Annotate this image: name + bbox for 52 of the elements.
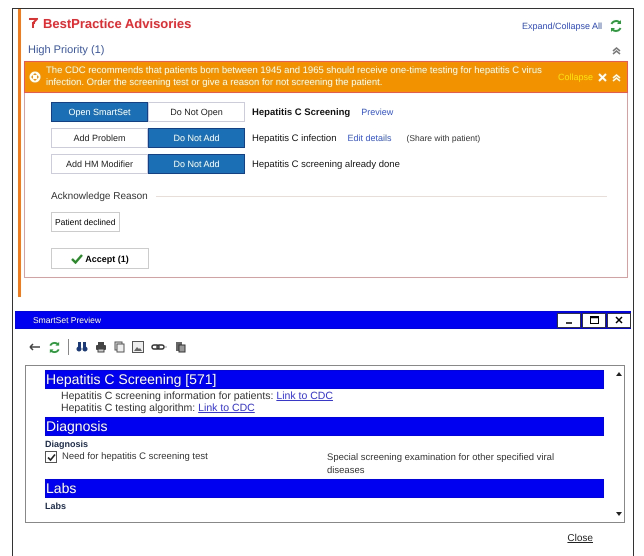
group-title[interactable]: High Priority (1) [28,44,104,56]
close-link[interactable]: Close [567,533,593,544]
reason-button[interactable]: Patient declined [51,212,120,232]
expand-collapse-all-link[interactable]: Expand/Collapse All [522,21,602,31]
order-text: Hepatitis C infection [252,132,336,144]
window-title: SmartSet Preview [33,315,102,325]
toggle-button[interactable]: Do Not Add [148,154,245,174]
subheading: Labs [45,501,68,511]
link-icon[interactable] [151,342,167,352]
flag-icon [28,18,38,28]
minimize-button[interactable] [557,312,581,328]
toggle-button[interactable]: Open SmartSet [51,102,148,122]
checkbox[interactable] [45,451,57,463]
toggle-button[interactable]: Add HM Modifier [51,154,148,174]
clipboard-icon[interactable] [174,341,186,353]
info-text: Hepatitis C testing algorithm: [61,402,196,414]
toggle-button[interactable]: Do Not Add [148,128,245,148]
info-text: Hepatitis C screening information for patients: [61,390,274,402]
share-note: (Share with patient) [406,133,480,143]
section-label: Acknowledge Reason [51,191,148,202]
section-heading: Diagnosis [45,417,604,436]
close-icon [615,316,623,324]
action-link[interactable]: Edit details [347,133,392,143]
order-text: Hepatitis C screening already done [252,158,400,170]
subheading: Diagnosis [45,439,90,449]
scroll-down-icon[interactable] [616,512,622,516]
toggle-button[interactable]: Do Not Open [148,102,245,122]
section-heading: Hepatitis C Screening [571] [45,370,604,389]
order-text: Hepatitis C Screening [252,106,350,118]
binoculars-icon[interactable] [76,341,88,353]
action-link[interactable]: Preview [361,107,394,117]
section-heading: Labs [45,479,604,498]
item-label: Need for hepatitis C screening test [62,451,209,462]
close-button[interactable] [607,312,631,328]
maximize-button[interactable] [582,312,606,328]
collapse-chevron-icon[interactable] [612,46,621,54]
maximize-icon [590,316,598,324]
panel-title: BestPractice Advisories [43,16,192,30]
item-description: Special screening examination for other specified viral diseases [327,451,556,477]
cdc-link[interactable]: Link to CDC [198,402,255,414]
copy-icon[interactable] [114,341,125,353]
cdc-link[interactable]: Link to CDC [276,390,333,402]
printer-icon[interactable] [95,341,107,353]
refresh-icon[interactable] [48,340,61,354]
toggle-button[interactable]: Add Problem [51,128,148,148]
image-icon[interactable] [132,341,144,353]
refresh-icon[interactable] [609,19,623,33]
back-arrow-icon[interactable] [29,342,41,352]
checkmark-icon [71,254,84,264]
scroll-up-icon[interactable] [616,372,622,376]
alert-message: The CDC recommends that patients born between 1945 and 1965 should receive one-time testing for hepatitis C virus infection. Order the screening test or give a reason for not screening the patient. [46,65,543,89]
accept-button[interactable]: Accept (1) [51,248,149,269]
